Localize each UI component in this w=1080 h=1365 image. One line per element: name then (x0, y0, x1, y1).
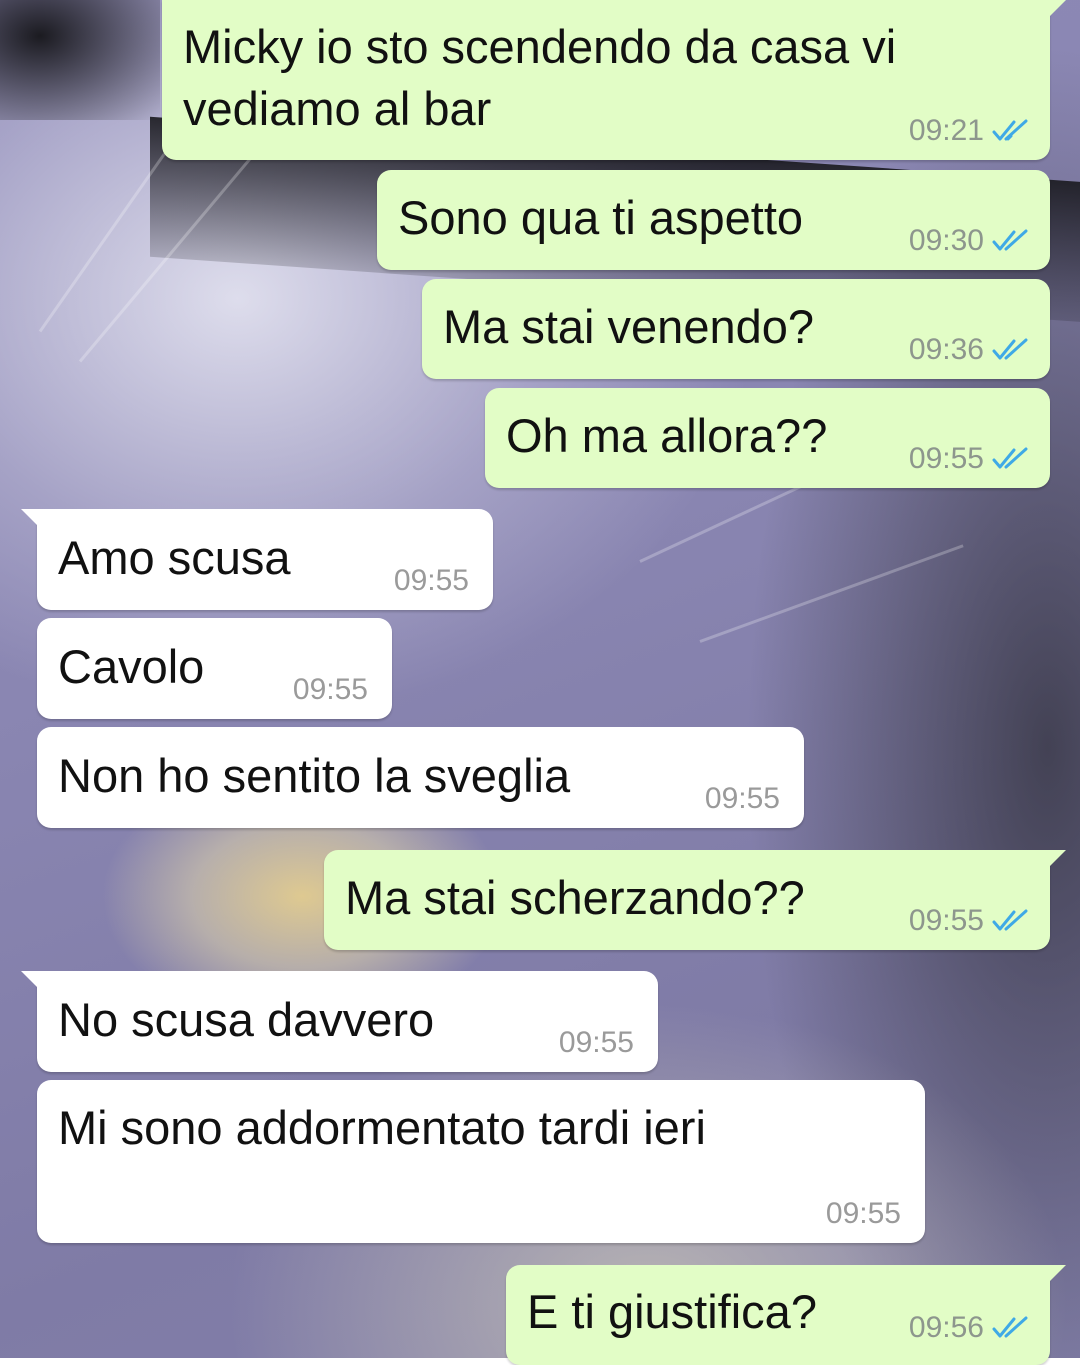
message-meta: 09:55 (705, 782, 784, 816)
message-bubble-outgoing[interactable]: Oh ma allora?? 09:55 (485, 388, 1050, 488)
message-bubble-outgoing[interactable]: Ma stai scherzando?? 09:55 (324, 850, 1066, 950)
message-time: 09:55 (704, 782, 780, 815)
double-check-icon (992, 909, 1028, 931)
message-time: 09:55 (393, 564, 469, 597)
message-bubble-incoming[interactable]: No scusa davvero 09:55 (21, 971, 658, 1072)
bubble-tail (21, 971, 43, 993)
message-meta: 09:56 (909, 1311, 1030, 1345)
message-text: Ma stai venendo? (443, 300, 815, 353)
message-meta: 09:21 (909, 114, 1030, 148)
bubble-tail (1044, 1265, 1066, 1287)
double-check-icon (992, 119, 1028, 141)
message-meta: 09:55 (826, 1197, 905, 1231)
message-text: Amo scusa (58, 531, 291, 584)
double-check-icon (992, 229, 1028, 251)
message-meta: 09:55 (909, 904, 1030, 938)
message-bubble-outgoing[interactable]: Micky io sto scendendo da casa vi vediam… (162, 0, 1066, 160)
message-meta: 09:55 (394, 564, 473, 598)
message-time: 09:55 (908, 904, 984, 937)
message-text: Ma stai scherzando?? (345, 871, 805, 924)
bubble-tail (21, 509, 43, 531)
message-text: Oh ma allora?? (506, 409, 828, 462)
message-time: 09:55 (292, 673, 368, 706)
message-bubble-outgoing[interactable]: Sono qua ti aspetto 09:30 (377, 170, 1050, 270)
wallpaper-streak (699, 544, 964, 643)
message-text: E ti giustifica? (527, 1285, 817, 1338)
message-meta: 09:55 (909, 442, 1030, 476)
message-text: Cavolo (58, 640, 205, 693)
message-bubble-outgoing[interactable]: Ma stai venendo? 09:36 (422, 279, 1050, 379)
message-time: 09:56 (908, 1311, 984, 1344)
double-check-icon (992, 447, 1028, 469)
bubble-tail (1044, 850, 1066, 872)
message-bubble-incoming[interactable]: Non ho sentito la sveglia 09:55 (37, 727, 804, 828)
double-check-icon (992, 338, 1028, 360)
message-meta: 09:30 (909, 224, 1030, 258)
message-meta: 09:55 (559, 1026, 638, 1060)
message-time: 09:55 (825, 1197, 901, 1230)
message-text: No scusa davvero (58, 993, 435, 1046)
message-time: 09:55 (558, 1026, 634, 1059)
message-text: Mi sono addormentato tardi ieri (58, 1101, 706, 1154)
message-text: Micky io sto scendendo da casa vi vediam… (183, 20, 897, 135)
message-time: 09:36 (908, 333, 984, 366)
message-bubble-incoming[interactable]: Cavolo 09:55 (37, 618, 392, 719)
wallpaper-shadow (0, 0, 160, 120)
message-text: Sono qua ti aspetto (398, 191, 804, 244)
message-time: 09:55 (908, 442, 984, 475)
message-meta: 09:36 (909, 333, 1030, 367)
message-time: 09:30 (908, 224, 984, 257)
message-text: Non ho sentito la sveglia (58, 749, 571, 802)
message-bubble-incoming[interactable]: Mi sono addormentato tardi ieri 09:55 (37, 1080, 925, 1243)
message-meta: 09:55 (293, 673, 372, 707)
message-bubble-incoming[interactable]: Amo scusa 09:55 (21, 509, 493, 610)
message-bubble-outgoing[interactable]: E ti giustifica? 09:56 (506, 1265, 1066, 1365)
double-check-icon (992, 1316, 1028, 1338)
bubble-tail (1044, 0, 1066, 22)
message-time: 09:21 (908, 114, 984, 147)
